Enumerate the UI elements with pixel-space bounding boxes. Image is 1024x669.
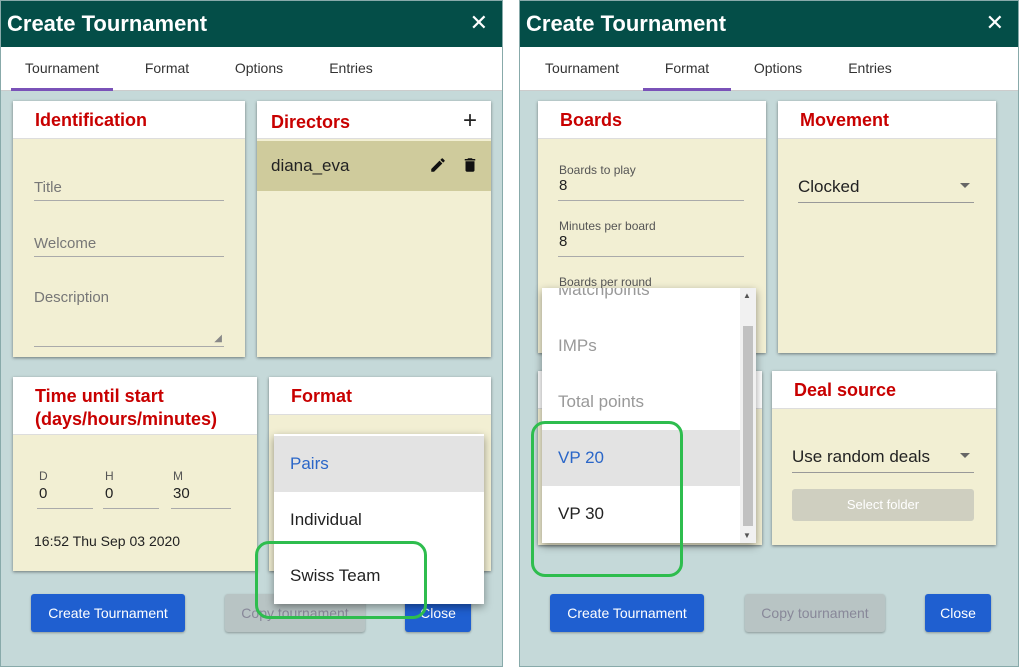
movement-card: Movement Clocked	[778, 101, 996, 353]
minutes-per-board-value: 8	[559, 233, 568, 250]
format-dropdown-menu: Pairs Individual Swiss Team	[274, 434, 484, 604]
deal-source-heading: Deal source	[794, 380, 897, 400]
minutes-input[interactable]: 30	[171, 481, 231, 509]
select-folder-button[interactable]: Select folder	[792, 489, 974, 521]
tab-format[interactable]: Format	[129, 47, 205, 91]
tab-entries[interactable]: Entries	[313, 47, 389, 91]
deal-source-card: Deal source Use random deals Select fold…	[772, 371, 996, 545]
format-option-individual[interactable]: Individual	[274, 492, 484, 548]
create-tournament-dialog-right: Create Tournament ✕ Tournament Format Op…	[519, 0, 1019, 667]
dialog-title: Create Tournament	[526, 11, 727, 36]
copy-tournament-button[interactable]: Copy tournament	[745, 594, 885, 632]
identification-heading: Identification	[35, 110, 147, 130]
deal-source-select[interactable]: Use random deals	[792, 447, 974, 473]
tab-bar: Tournament Format Options Entries	[1, 47, 502, 91]
scoring-option-vp20[interactable]: VP 20	[542, 430, 740, 486]
tab-entries[interactable]: Entries	[832, 47, 908, 91]
hours-value: 0	[105, 485, 114, 502]
tab-bar: Tournament Format Options Entries	[520, 47, 1018, 91]
boards-heading: Boards	[560, 110, 623, 130]
close-icon[interactable]: ✕	[470, 10, 488, 36]
boards-per-round-label: Boards per round	[559, 275, 652, 289]
minutes-value: 30	[173, 485, 190, 502]
hours-input[interactable]: 0	[103, 481, 159, 509]
chevron-down-icon	[960, 183, 970, 188]
create-tournament-dialog-left: Create Tournament ✕ Tournament Format Op…	[0, 0, 503, 667]
director-row: diana_eva	[257, 141, 491, 191]
tab-tournament[interactable]: Tournament	[532, 47, 632, 91]
movement-heading: Movement	[800, 110, 890, 130]
tab-format[interactable]: Format	[643, 47, 731, 91]
title-bar: Create Tournament ✕	[520, 1, 1018, 47]
dialog-title: Create Tournament	[7, 11, 208, 36]
welcome-field[interactable]: Welcome	[34, 227, 224, 257]
deal-source-value: Use random deals	[792, 447, 930, 466]
close-icon[interactable]: ✕	[986, 10, 1004, 36]
boards-to-play-input[interactable]: 8	[558, 177, 744, 201]
edit-icon[interactable]	[429, 156, 447, 174]
chevron-down-icon	[960, 453, 970, 458]
tab-options[interactable]: Options	[740, 47, 816, 91]
scoring-option-total-points[interactable]: Total points	[542, 374, 740, 430]
start-time-text: 16:52 Thu Sep 03 2020	[34, 533, 181, 549]
create-tournament-button[interactable]: Create Tournament	[550, 594, 704, 632]
minutes-per-board-label: Minutes per board	[559, 219, 656, 233]
add-director-icon[interactable]: +	[463, 107, 477, 135]
scoring-option-imps[interactable]: IMPs	[542, 318, 740, 374]
scrollbar[interactable]: ▲ ▼	[740, 288, 756, 543]
director-name: diana_eva	[271, 156, 350, 175]
days-input[interactable]: 0	[37, 481, 93, 509]
directors-heading: Directors	[271, 112, 351, 132]
movement-value: Clocked	[798, 177, 860, 196]
scoring-option-matchpoints[interactable]: Matchpoints	[542, 288, 756, 318]
close-button[interactable]: Close	[925, 594, 991, 632]
identification-card: Identification Title Welcome Description…	[13, 101, 245, 357]
format-option-swiss-team[interactable]: Swiss Team	[274, 548, 484, 604]
scoring-option-vp30[interactable]: VP 30	[542, 486, 740, 542]
time-heading-line2: (days/hours/minutes)	[35, 409, 218, 429]
title-field[interactable]: Title	[34, 171, 224, 201]
time-heading-line1: Time until start	[35, 386, 164, 406]
movement-select[interactable]: Clocked	[798, 177, 974, 203]
format-option-pairs[interactable]: Pairs	[274, 436, 484, 492]
title-bar: Create Tournament ✕	[1, 1, 502, 47]
welcome-placeholder: Welcome	[34, 235, 97, 252]
scroll-down-icon[interactable]: ▼	[743, 531, 751, 540]
tab-options[interactable]: Options	[221, 47, 297, 91]
boards-to-play-label: Boards to play	[559, 163, 636, 177]
description-field[interactable]: Description ◢	[34, 285, 224, 347]
boards-to-play-value: 8	[559, 177, 568, 194]
scroll-up-icon[interactable]: ▲	[743, 291, 751, 300]
resize-handle-icon[interactable]: ◢	[214, 333, 222, 344]
description-placeholder: Description	[34, 289, 110, 306]
scoring-dropdown-menu: Matchpoints IMPs Total points VP 20 VP 3…	[542, 288, 756, 543]
tab-tournament[interactable]: Tournament	[11, 47, 113, 91]
days-value: 0	[39, 485, 48, 502]
scrollbar-thumb[interactable]	[743, 326, 753, 526]
time-until-start-card: Time until start (days/hours/minutes) D …	[13, 377, 257, 571]
title-placeholder: Title	[34, 179, 62, 196]
format-heading: Format	[291, 386, 353, 406]
directors-card: Directors + diana_eva	[257, 101, 491, 357]
delete-icon[interactable]	[461, 155, 479, 175]
create-tournament-button[interactable]: Create Tournament	[31, 594, 185, 632]
minutes-per-board-input[interactable]: 8	[558, 233, 744, 257]
